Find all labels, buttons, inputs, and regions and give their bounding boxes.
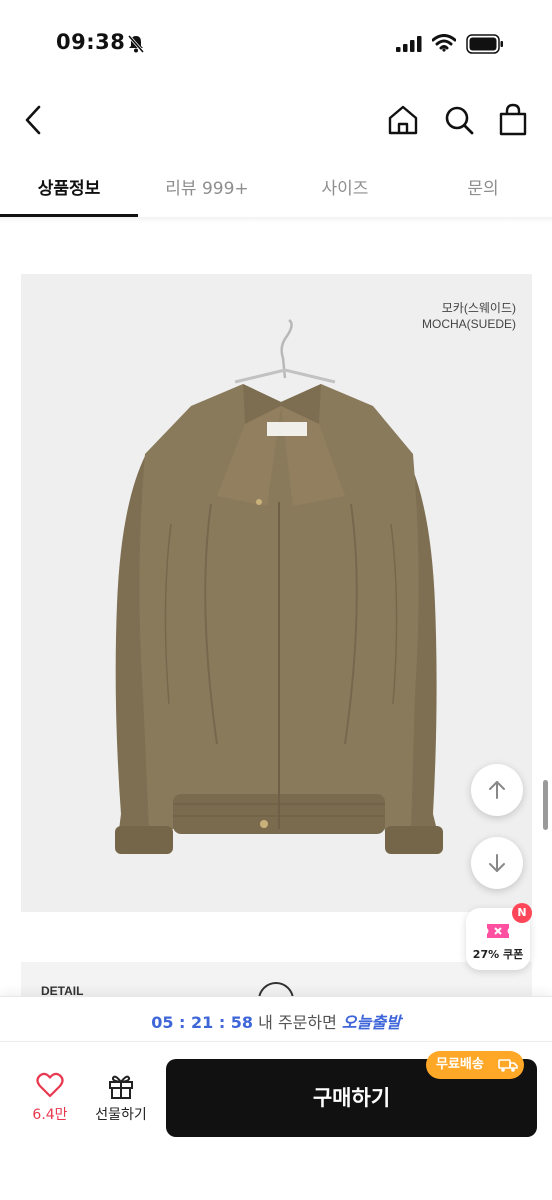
today-shipping-text: 오늘출발 bbox=[341, 1013, 401, 1032]
tab-inquiry[interactable]: 문의 bbox=[414, 160, 552, 217]
countdown-timer: 05 : 21 : 58 bbox=[151, 1013, 254, 1032]
gift-label: 선물하기 bbox=[95, 1107, 147, 1123]
search-icon[interactable] bbox=[440, 100, 478, 140]
delivery-bar: 05 : 21 : 58 내 주문하면 오늘출발 bbox=[0, 996, 552, 1042]
like-button[interactable]: 6.4만 bbox=[22, 1072, 78, 1132]
bottom-action-bar: 6.4만 선물하기 구매하기 무료배송 bbox=[0, 1042, 552, 1200]
coupon-ticket-icon bbox=[487, 924, 509, 938]
new-badge: N bbox=[512, 903, 532, 923]
color-name-en: MOCHA(SUEDE) bbox=[421, 317, 516, 331]
arrow-down-icon bbox=[489, 854, 505, 872]
scroll-up-button[interactable] bbox=[471, 764, 523, 816]
coupon-label: 27% 쿠폰 bbox=[472, 948, 524, 961]
tab-reviews[interactable]: 리뷰 999+ bbox=[138, 160, 276, 217]
jacket-illustration bbox=[115, 318, 443, 854]
color-name-ko: 모카(스웨이드) bbox=[441, 301, 516, 315]
product-image: 모카(스웨이드) MOCHA(SUEDE) bbox=[21, 274, 532, 912]
battery-icon bbox=[466, 34, 503, 54]
tab-size[interactable]: 사이즈 bbox=[276, 160, 414, 217]
scrollbar[interactable] bbox=[543, 780, 548, 830]
home-icon[interactable] bbox=[384, 100, 422, 140]
status-time: 09:38 bbox=[56, 30, 126, 54]
tabs-divider bbox=[0, 217, 552, 223]
delivery-text: 내 주문하면 bbox=[253, 1013, 342, 1032]
status-bar: 09:38 bbox=[0, 0, 552, 90]
gift-button[interactable]: 선물하기 bbox=[88, 1072, 154, 1132]
free-shipping-label: 무료배송 bbox=[436, 1057, 484, 1072]
wifi-icon bbox=[432, 34, 456, 52]
heart-icon bbox=[36, 1072, 64, 1098]
back-arrow-icon[interactable] bbox=[16, 100, 52, 140]
like-count: 6.4만 bbox=[32, 1107, 68, 1123]
bell-off-icon bbox=[127, 35, 145, 53]
signal-icon bbox=[396, 36, 422, 52]
product-tabs: 상품정보 리뷰 999+ 사이즈 문의 bbox=[0, 160, 552, 217]
color-label: 모카(스웨이드) MOCHA(SUEDE) bbox=[422, 300, 516, 332]
top-nav bbox=[0, 90, 552, 152]
free-shipping-badge: 무료배송 bbox=[426, 1051, 524, 1079]
arrow-up-icon bbox=[489, 781, 505, 799]
truck-icon bbox=[498, 1059, 518, 1072]
shopping-bag-icon[interactable] bbox=[494, 100, 532, 140]
scroll-down-button[interactable] bbox=[471, 837, 523, 889]
gift-icon bbox=[109, 1075, 133, 1099]
tab-product-info[interactable]: 상품정보 bbox=[0, 160, 138, 217]
